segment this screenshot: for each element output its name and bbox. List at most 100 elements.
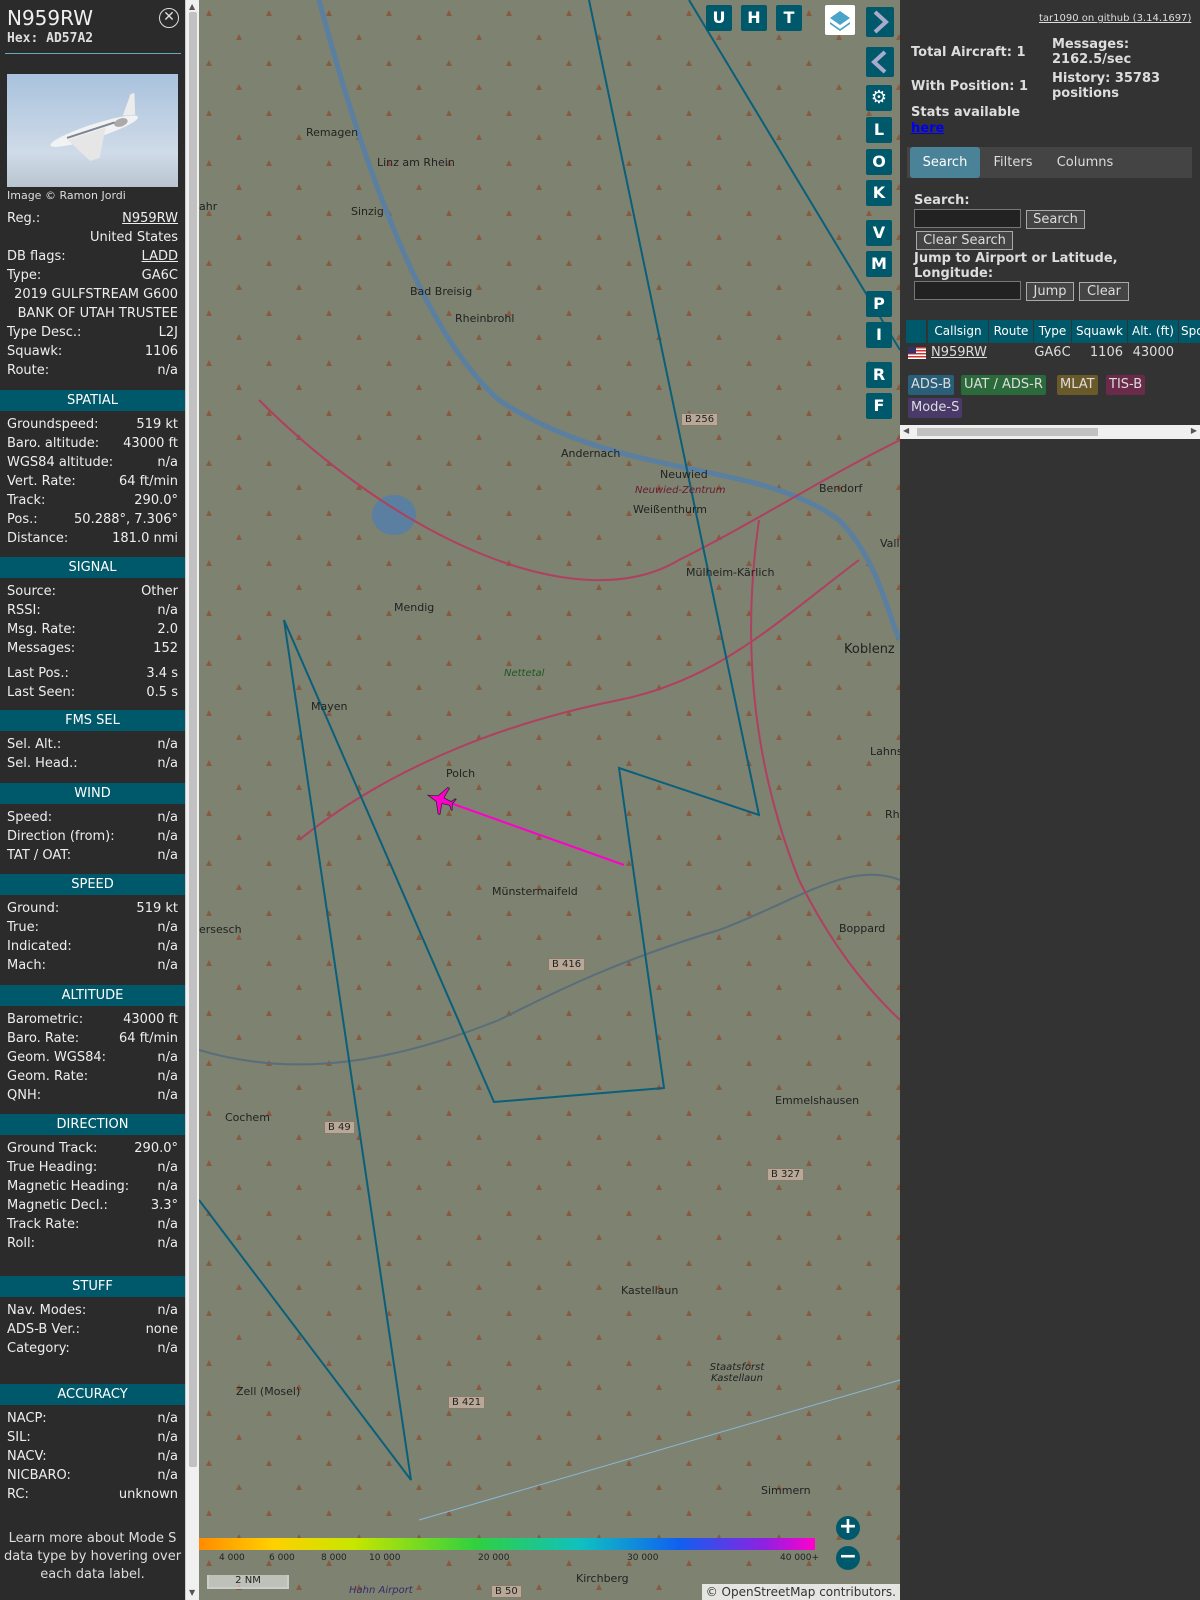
scroll-up-icon[interactable]: ▲ <box>189 2 195 11</box>
detail-label: Ground Track: <box>7 1141 98 1156</box>
detail-value: n/a <box>157 958 178 973</box>
tab-filters[interactable]: Filters <box>984 147 1042 178</box>
section-header-spatial: SPATIAL <box>0 390 185 411</box>
gear-icon[interactable]: ⚙ <box>866 85 892 111</box>
detail-value: n/a <box>157 1179 178 1194</box>
toggle-k-button[interactable]: K <box>866 180 892 206</box>
clear-button[interactable]: Clear <box>1079 282 1129 301</box>
detail-row: Track: 290.0° <box>7 493 178 511</box>
column-header-type[interactable]: Type <box>1034 320 1071 343</box>
scroll-left-icon[interactable]: ◀ <box>903 426 909 435</box>
detail-row: Mach: n/a <box>7 958 178 976</box>
toggle-m-button[interactable]: M <box>866 251 892 277</box>
map-label: Simmern <box>761 1484 811 1497</box>
detail-row: Category: n/a <box>7 1341 178 1359</box>
scroll-down-icon[interactable]: ▼ <box>189 1588 195 1597</box>
table-scrollbar[interactable]: ◀ ▶ <box>900 425 1200 439</box>
toggle-v-button[interactable]: V <box>866 220 892 246</box>
layers-icon[interactable] <box>825 5 855 35</box>
map-label: Bendorf <box>819 482 863 495</box>
scroll-thumb[interactable] <box>189 12 197 1467</box>
detail-value: n/a <box>157 829 178 844</box>
zoom-out-button[interactable]: − <box>836 1546 860 1570</box>
detail-label: Last Pos.: <box>7 666 69 681</box>
map-label: Mendig <box>394 601 435 614</box>
scroll-right-icon[interactable]: ▶ <box>1191 426 1197 435</box>
detail-row: Speed: n/a <box>7 810 178 828</box>
with-position: With Position: 1 <box>911 79 1029 94</box>
panel-scrollbar[interactable]: ▲ ▼ <box>185 0 199 1600</box>
toggle-r-button[interactable]: R <box>866 362 892 388</box>
detail-row: ADS-B Ver.: none <box>7 1322 178 1340</box>
toggle-t-button[interactable]: T <box>776 5 802 31</box>
legend-tick: 10 000 <box>369 1553 401 1563</box>
aircraft-photo[interactable] <box>7 74 178 187</box>
jump-button[interactable]: Jump <box>1026 282 1074 301</box>
map-view[interactable]: Remagen Linz am Rhein Sinzig Bad Breisig… <box>199 0 900 1600</box>
detail-label: Messages: <box>7 641 76 656</box>
detail-row: NACV: n/a <box>7 1449 178 1467</box>
detail-row: Route: n/a <box>7 363 178 381</box>
scroll-thumb[interactable] <box>917 428 1098 436</box>
detail-label: Direction (from): <box>7 829 115 844</box>
column-header-flag[interactable] <box>906 320 926 343</box>
detail-row: Pos.: 50.288°, 7.306° <box>7 512 178 530</box>
detail-value: United States <box>89 230 178 245</box>
detail-value[interactable]: LADD <box>142 249 178 264</box>
detail-row: Sel. Alt.: n/a <box>7 737 178 755</box>
detail-row: WGS84 altitude: n/a <box>7 455 178 473</box>
detail-row: Baro. altitude: 43000 ft <box>7 436 178 454</box>
detail-label: Reg.: <box>7 211 41 226</box>
toggle-i-button[interactable]: I <box>866 322 892 348</box>
jump-input[interactable] <box>914 281 1021 300</box>
map-label: Sinzig <box>351 205 384 218</box>
map-attribution[interactable]: © OpenStreetMap contributors. <box>701 1584 900 1600</box>
map-label: Nettetal <box>504 668 545 679</box>
map-label: ahr <box>199 200 218 213</box>
detail-row: Direction (from): n/a <box>7 829 178 847</box>
column-header-speed[interactable]: Spd <box>1179 320 1200 343</box>
detail-label: Geom. WGS84: <box>7 1050 107 1065</box>
map-label: Mayen <box>311 700 348 713</box>
column-header-callsign[interactable]: Callsign <box>928 320 988 343</box>
toggle-o-button[interactable]: O <box>866 149 892 175</box>
detail-row: Roll: n/a <box>7 1236 178 1254</box>
detail-label: True Heading: <box>7 1160 98 1175</box>
detail-value: n/a <box>157 1069 178 1084</box>
toggle-f-button[interactable]: F <box>866 393 892 419</box>
source-badge-mlat: MLAT <box>1057 375 1098 395</box>
close-icon[interactable]: ✕ <box>159 8 179 28</box>
search-input[interactable] <box>914 209 1021 228</box>
clear-search-button[interactable]: Clear Search <box>916 231 1013 250</box>
row-callsign[interactable]: N959RW <box>931 344 987 362</box>
detail-label: Squawk: <box>7 344 63 359</box>
stats-link[interactable]: here <box>911 121 944 136</box>
column-header-altitude[interactable]: Alt. (ft) <box>1128 320 1178 343</box>
tab-search[interactable]: Search <box>910 147 980 178</box>
toggle-l-button[interactable]: L <box>866 117 892 143</box>
map-label: Remagen <box>306 126 359 139</box>
detail-value: n/a <box>157 1449 178 1464</box>
detail-value: 2019 GULFSTREAM G600 <box>14 287 178 302</box>
detail-label: DB flags: <box>7 249 66 264</box>
toggle-h-button[interactable]: H <box>741 5 767 31</box>
zoom-in-button[interactable]: + <box>836 1516 860 1540</box>
toggle-u-button[interactable]: U <box>706 5 732 31</box>
toggle-p-button[interactable]: P <box>866 291 892 317</box>
row-altitude: 43000 <box>1132 345 1174 360</box>
github-link[interactable]: tar1090 on github (3.14.1697) <box>1039 13 1191 24</box>
section-header-fms-sel: FMS SEL <box>0 710 185 731</box>
column-header-route[interactable]: Route <box>989 320 1033 343</box>
column-header-squawk[interactable]: Squawk <box>1072 320 1127 343</box>
map-label: Cochem <box>225 1111 270 1124</box>
detail-label: Roll: <box>7 1236 36 1251</box>
search-button[interactable]: Search <box>1026 210 1085 229</box>
source-badge-tisb: TIS-B <box>1106 375 1146 395</box>
chevron-right-icon[interactable] <box>866 7 894 37</box>
chevron-left-icon[interactable] <box>866 47 894 77</box>
detail-value[interactable]: N959RW <box>122 211 178 226</box>
detail-label: Msg. Rate: <box>7 622 76 637</box>
legend-tick: 4 000 <box>219 1553 245 1563</box>
tab-columns[interactable]: Columns <box>1045 147 1125 178</box>
detail-value: 64 ft/min <box>118 474 178 489</box>
